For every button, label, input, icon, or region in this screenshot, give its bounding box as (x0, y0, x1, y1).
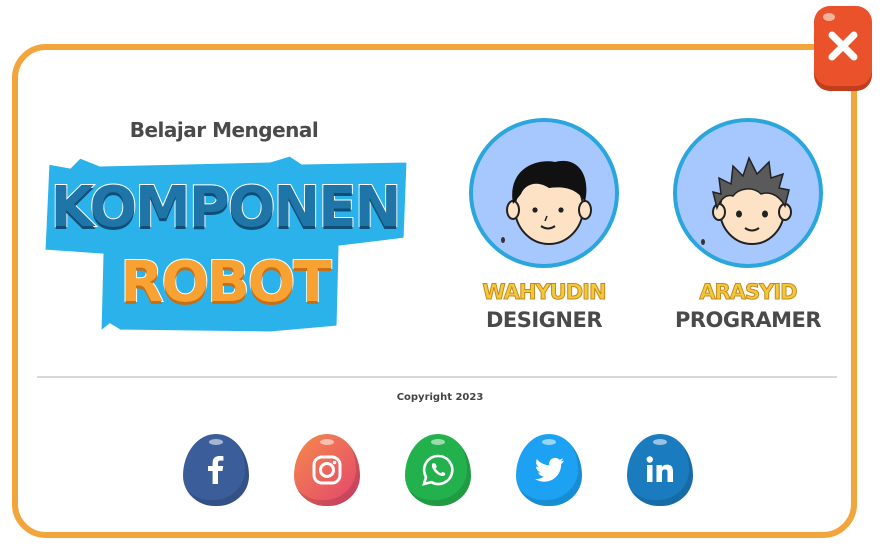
title-line-2: ROBOT (119, 249, 332, 316)
instagram-button[interactable] (294, 434, 360, 506)
close-icon (828, 31, 858, 61)
avatar (673, 118, 823, 268)
facebook-button[interactable] (183, 434, 249, 506)
member-role: DESIGNER (485, 308, 603, 332)
linkedin-icon (646, 456, 673, 482)
avatar (469, 118, 619, 268)
subtitle: Belajar Mengenal (129, 118, 319, 142)
title-badge: KOMPONEN ROBOT (40, 155, 410, 335)
social-links (183, 434, 703, 510)
team-member-arasyid: ARASYID PROGRAMER (653, 118, 843, 332)
title-line-1: KOMPONEN (50, 174, 403, 241)
member-name: WAHYUDIN (482, 280, 607, 305)
copyright-text: Copyright 2023 (396, 392, 484, 403)
team-member-wahyudin: WAHYUDIN DESIGNER (449, 118, 639, 332)
twitter-icon (535, 457, 564, 482)
linkedin-button[interactable] (627, 434, 693, 506)
twitter-button[interactable] (516, 434, 582, 506)
avatar-gray-hair-icon (701, 156, 792, 245)
avatar-black-hair-icon (501, 160, 592, 245)
whatsapp-icon (422, 454, 454, 486)
close-button[interactable] (814, 6, 872, 86)
divider (37, 376, 837, 378)
whatsapp-button[interactable] (405, 434, 471, 506)
member-role: PROGRAMER (675, 308, 822, 332)
member-name: ARASYID (699, 280, 798, 305)
instagram-icon (312, 455, 342, 485)
facebook-icon (208, 456, 224, 484)
